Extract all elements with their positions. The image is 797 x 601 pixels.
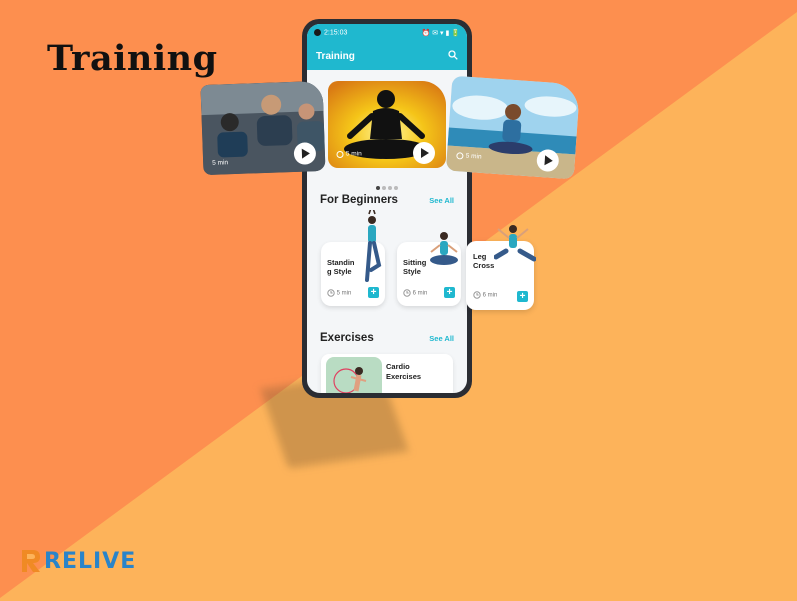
app-bar-title: Training [316,50,355,62]
video-card-gym[interactable]: 5 min [200,80,326,176]
video-duration: 5 min [336,150,362,158]
carousel-dot[interactable] [394,186,398,190]
standing-yoga-figure [365,210,382,282]
duration-text: 5 min [345,150,362,158]
clock-icon [403,289,411,297]
exercise-card-cardio[interactable]: Cardio Exercises [321,354,453,393]
carousel-dot[interactable] [382,186,386,190]
duration-text: 6 min [482,292,498,299]
add-button[interactable]: + [444,287,455,298]
status-icons: ⏰ ✉ ▾ ▮ 🔋 [421,30,460,37]
clock-icon [327,289,335,297]
beach-video-thumbnail [445,75,581,180]
status-time: 2:15:03 [324,29,348,37]
exercises-see-all-link[interactable]: See All [429,334,454,343]
status-bar: 2:15:03 ⏰ ✉ ▾ ▮ 🔋 [307,24,467,42]
video-card-meditation[interactable]: 5 min [328,81,446,168]
page-title: Training [47,38,218,79]
beginner-card-duration: 6 min [473,291,497,299]
alarm-icon [456,152,464,160]
beginner-card-standing[interactable]: Standin g Style 5 min + [321,210,385,306]
video-duration: 5 min [212,159,229,167]
phone-screen: 2:15:03 ⏰ ✉ ▾ ▮ 🔋 Training For Beginners… [307,24,467,393]
duration-text: 6 min [412,290,428,297]
alarm-icon [336,151,344,158]
video-duration: 5 min [456,151,482,161]
beginner-card-leg-cross[interactable]: Leg Cross 6 min + [466,225,536,310]
relive-logo-text: RELIVE [44,548,137,574]
video-card-beach[interactable]: 5 min [445,75,581,180]
carousel-dot[interactable] [376,186,380,190]
carousel-dot[interactable] [388,186,392,190]
beginner-card-duration: 6 min [403,289,427,297]
beginner-card-duration: 5 min [327,289,351,297]
play-button[interactable] [413,142,435,164]
beginner-card-sitting[interactable]: Sitting Style 6 min + [397,232,461,306]
exercises-heading: Exercises [320,332,374,344]
leg-cross-yoga-figure [494,225,536,262]
search-icon[interactable] [448,49,458,63]
exercise-thumbnail [326,357,382,393]
beginners-header: For Beginners See All [320,194,454,206]
clock-icon [473,291,481,299]
beginner-card-label: Standin g Style [327,258,355,277]
duration-text: 5 min [465,152,482,161]
relive-logo-mark [22,550,40,572]
beginners-heading: For Beginners [320,194,398,206]
duration-text: 5 min [336,290,352,297]
sitting-yoga-figure [430,232,458,265]
add-button[interactable]: + [517,291,528,302]
phone-mockup: 2:15:03 ⏰ ✉ ▾ ▮ 🔋 Training For Beginners… [302,19,472,398]
carousel-dots[interactable] [307,177,467,195]
beginners-see-all-link[interactable]: See All [429,196,454,205]
exercise-card-label: Cardio Exercises [386,362,422,381]
app-bar: Training [307,42,467,70]
exercises-header: Exercises See All [320,332,454,344]
relive-logo: RELIVE [20,548,136,574]
camera-icon [314,29,321,37]
